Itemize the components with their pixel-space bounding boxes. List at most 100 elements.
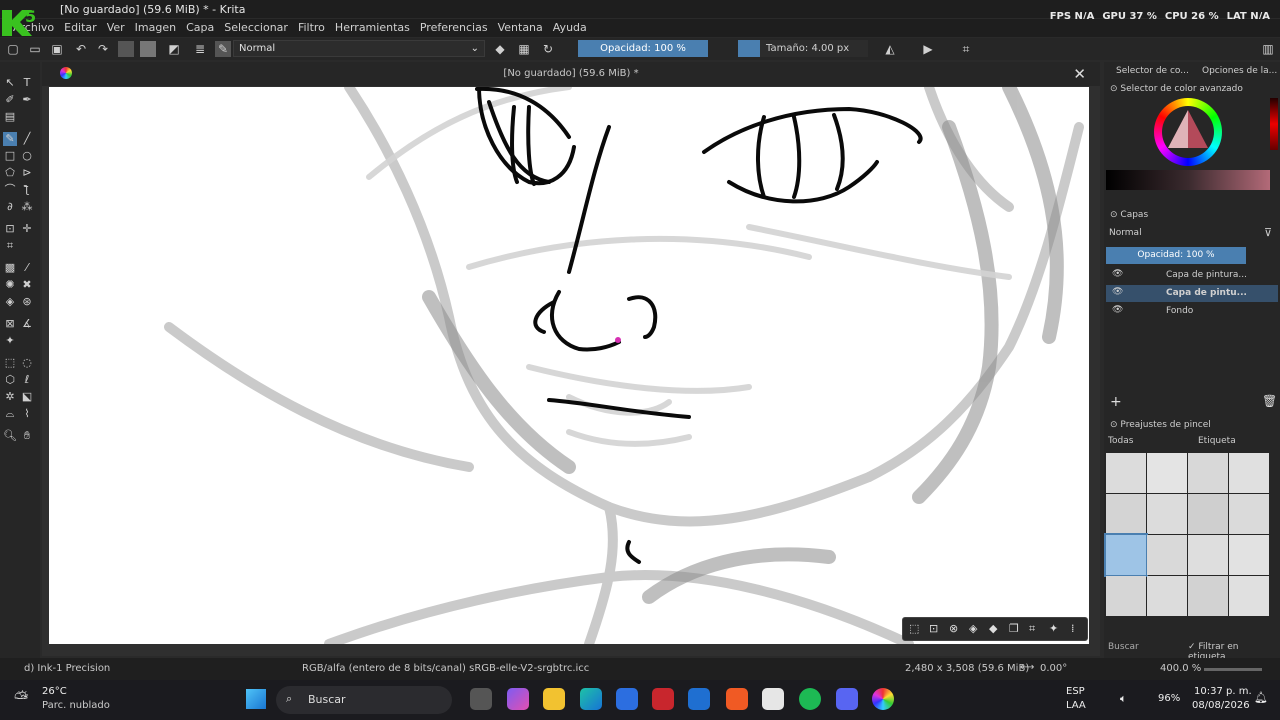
store-icon[interactable] [616,688,638,710]
transform-selection-icon[interactable]: ⊡ [929,622,938,635]
blend-mode-select[interactable]: Normal ⌄ [233,40,485,57]
brave-icon[interactable] [726,688,748,710]
brush-preset-tile[interactable] [1188,453,1228,493]
contiguous-select-icon[interactable]: ✲ [3,390,17,404]
gradient-swatch-icon[interactable] [118,41,134,57]
filter-in-tag-checkbox[interactable]: ✓ Filtrar en etiqueta [1188,642,1278,662]
enclose-fill-icon[interactable]: ⊛ [20,295,34,309]
polygon-select-icon[interactable]: ⬡ [3,373,17,387]
tab-color-selector[interactable]: Selector de co... [1116,66,1189,76]
discord-icon[interactable] [836,688,858,710]
rotation-icon[interactable]: ⟷ [1020,662,1034,673]
preserve-alpha-icon[interactable]: ▦ [516,41,532,57]
layer-row[interactable]: 👁︎ Capa de pintu... [1106,285,1278,302]
eye-icon[interactable]: 👁︎ [1112,287,1123,297]
document-tab[interactable]: [No guardado] (59.6 MiB) * ✕ [42,62,1100,86]
reload-preset-icon[interactable]: ↻ [540,41,556,57]
brush-preset-tile[interactable] [1106,494,1146,534]
presets-filter-select[interactable]: Todas [1108,436,1178,451]
menu-seleccionar[interactable]: Seleccionar [219,19,293,37]
gradient-tool-icon[interactable]: ▩ [3,261,17,275]
color-picker-icon[interactable]: ⁄ [20,261,34,275]
layer-row[interactable]: 👁︎ Fondo [1106,303,1278,320]
taskbar-search[interactable]: ⌕ Buscar [276,686,452,714]
brush-preset-tile[interactable] [1147,576,1187,616]
wrap-around-icon[interactable]: ⌗ [958,41,974,57]
bezier-select-icon[interactable]: ⌓ [3,407,17,421]
crop-selection-icon[interactable]: ⌗ [1029,622,1035,636]
erase-selection-icon[interactable]: ◆ [989,622,997,635]
freehand-brush-icon[interactable]: ✎ [3,132,17,146]
zoom-tool-icon[interactable]: 🔍︎ [3,429,17,443]
volume-icon[interactable]: 🔈︎ [1120,692,1127,706]
freehand-path-icon[interactable]: ƪ [20,183,34,197]
delete-layer-icon[interactable]: 🗑︎ [1262,394,1277,408]
drawing-canvas[interactable]: ⬚ ⊡ ⊗ ◈ ◆ ❐ ⌗ ✦ ⁞ [49,87,1089,644]
copy-selection-icon[interactable]: ❐ [1009,622,1019,635]
brush-preset-tile-selected[interactable] [1104,533,1148,577]
pan-tool-icon[interactable]: ✋︎ [20,429,34,443]
text-tool-icon[interactable]: T [20,76,34,90]
magnetic-select-icon[interactable]: ⌇ [20,407,34,421]
polyline-tool-icon[interactable]: ⊳ [20,166,34,180]
brush-preset-tile[interactable] [1229,453,1269,493]
invert-selection-icon[interactable]: ⊗ [949,622,958,635]
eye-icon[interactable]: 👁︎ [1112,269,1123,279]
clock-date[interactable]: 08/08/2026 [1192,700,1250,711]
pattern-swatch-icon[interactable] [140,41,156,57]
brush-preset-tile[interactable] [1147,535,1187,575]
brush-preset-tile[interactable] [1229,576,1269,616]
grip-icon[interactable]: ⁞ [1071,622,1075,635]
close-document-icon[interactable]: ✕ [1073,65,1086,83]
brush-preset-tile[interactable] [1147,494,1187,534]
freehand-select-icon[interactable]: ℓ [20,373,34,387]
brush-preset-icon[interactable]: ✎ [215,41,231,57]
brush-preset-tile[interactable] [1106,453,1146,493]
select-shapes-icon[interactable]: ↖ [3,76,17,90]
layer-blend-select[interactable]: Normal [1106,225,1252,241]
line-tool-icon[interactable]: ╱ [20,132,34,146]
bezier-tool-icon[interactable]: ⌒ [3,183,17,197]
transform-tool-icon[interactable]: ⊡ [3,222,17,236]
workspace-icon[interactable]: ▥ [1260,41,1276,57]
lang-top[interactable]: ESP [1066,686,1085,697]
brush-preset-tile[interactable] [1106,576,1146,616]
brush-preset-tile[interactable] [1229,535,1269,575]
clock-time[interactable]: 10:37 p. m. [1194,686,1252,697]
move-tool-icon[interactable]: ✛ [20,222,34,236]
layer-opacity-slider[interactable]: Opacidad: 100 % [1106,247,1246,264]
undo-icon[interactable]: ↶ [73,41,89,57]
lang-bottom[interactable]: LAA [1066,700,1086,711]
rectangle-tool-icon[interactable]: □ [3,149,17,163]
file-explorer-icon[interactable] [543,688,565,710]
zoom-slider[interactable] [1204,668,1262,671]
task-view-icon[interactable] [470,688,492,710]
copilot-icon[interactable] [507,688,529,710]
edge-icon[interactable] [580,688,602,710]
save-icon[interactable]: ▣ [49,41,65,57]
brush-preset-tile[interactable] [1188,535,1228,575]
menu-capa[interactable]: Capa [181,19,219,37]
outlook-icon[interactable] [688,688,710,710]
ellipse-select-icon[interactable]: ◌ [20,356,34,370]
edit-shapes-icon[interactable]: ✐ [3,93,17,107]
krita-taskbar-icon[interactable] [872,688,894,710]
presets-tag-select[interactable]: Etiqueta [1186,436,1256,451]
menu-ayuda[interactable]: Ayuda [548,19,592,37]
calligraphy-icon[interactable]: ✒ [20,93,34,107]
start-icon[interactable] [246,689,266,709]
brush-settings-icon[interactable]: ≣ [192,41,208,57]
ellipse-tool-icon[interactable]: ○ [20,149,34,163]
reference-tool-icon[interactable]: ✦ [3,334,17,348]
menu-editar[interactable]: Editar [59,19,102,37]
spotify-icon[interactable] [799,688,821,710]
brush-preset-tile[interactable] [1229,494,1269,534]
opacity-slider[interactable]: Opacidad: 100 % [578,40,708,57]
color-wheel[interactable] [1154,98,1222,166]
open-folder-icon[interactable]: ▭ [27,41,43,57]
dynamic-brush-icon[interactable]: ∂ [3,200,17,214]
select-all-icon[interactable]: ⬚ [909,622,919,635]
measure-tool-icon[interactable]: ∡ [20,317,34,331]
mirror-vertical-icon[interactable]: ▶ [920,41,936,57]
chrome-icon[interactable] [762,688,784,710]
